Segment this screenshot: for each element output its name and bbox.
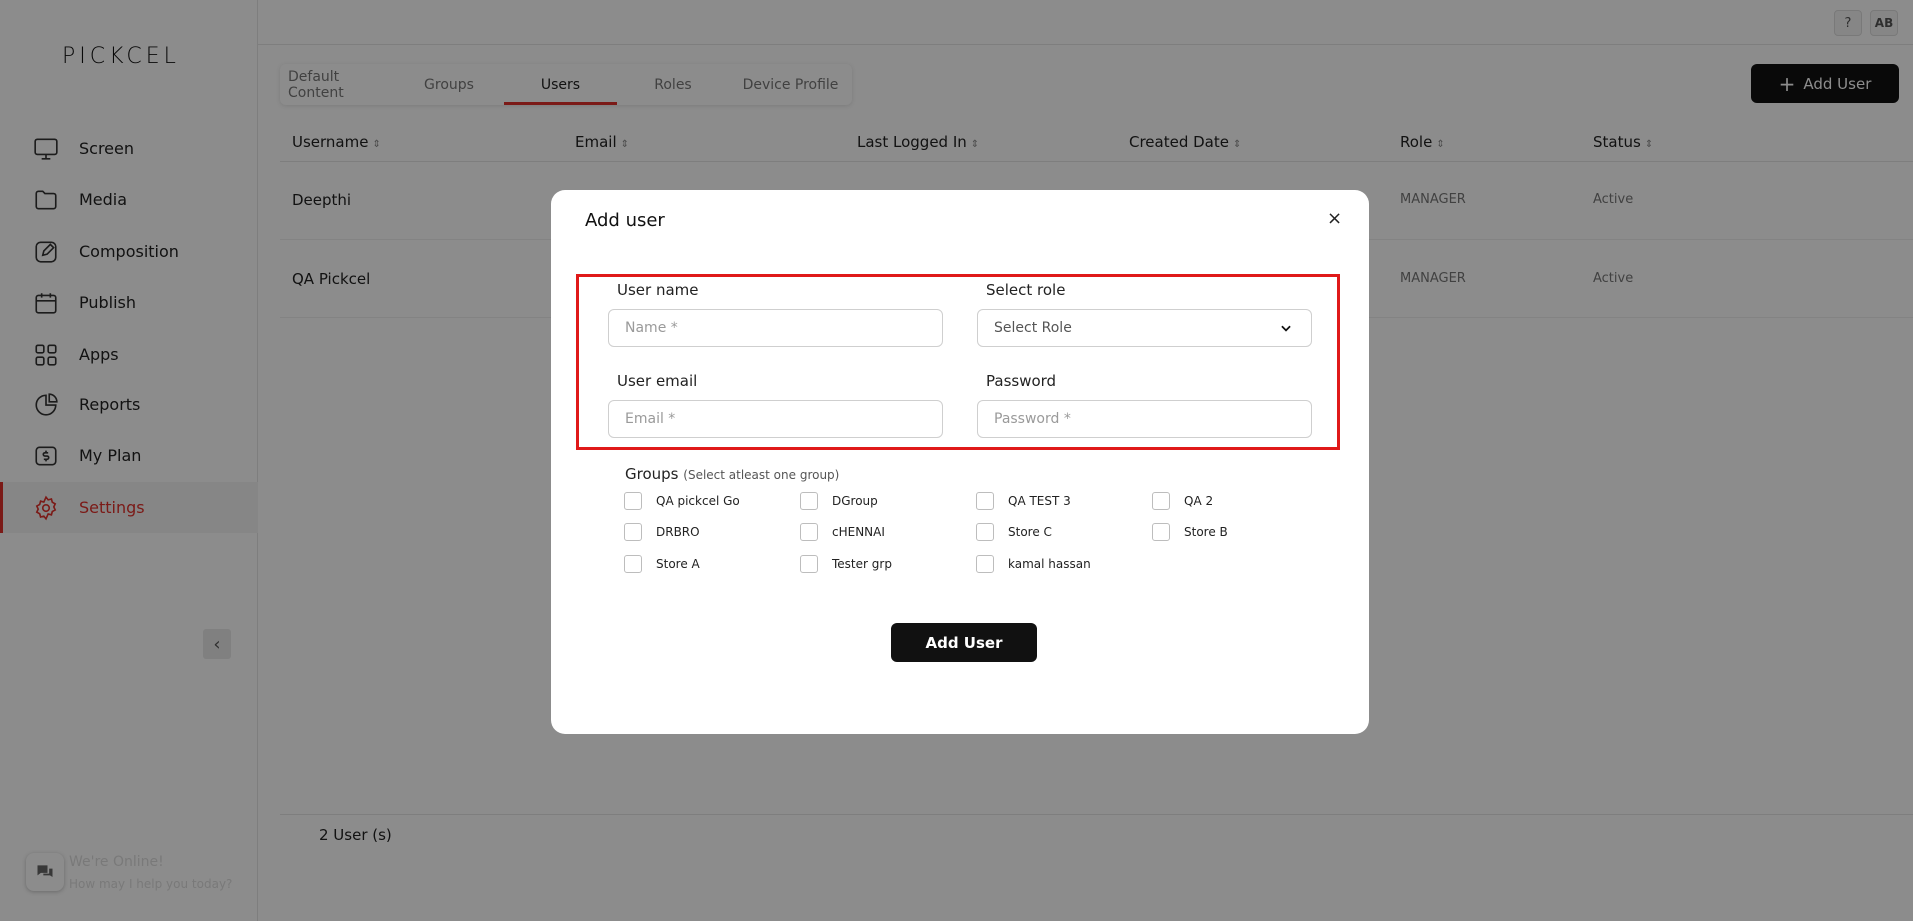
checkbox — [624, 555, 642, 573]
checkbox — [800, 523, 818, 541]
role-select-value: Select Role — [994, 320, 1072, 336]
group-checkbox[interactable]: Tester grp — [800, 555, 892, 573]
checkbox — [624, 523, 642, 541]
group-checkbox[interactable]: QA pickcel Go — [624, 492, 740, 510]
email-input[interactable] — [625, 411, 926, 427]
username-input[interactable] — [625, 320, 926, 336]
password-label: Password — [986, 372, 1057, 390]
role-select[interactable]: Select Role — [977, 309, 1312, 347]
password-field[interactable] — [977, 400, 1312, 438]
password-input[interactable] — [994, 411, 1295, 427]
chevron-down-icon — [1281, 325, 1291, 332]
groups-hint: (Select atleast one group) — [683, 468, 840, 482]
checkbox — [1152, 523, 1170, 541]
group-checkbox[interactable]: DGroup — [800, 492, 878, 510]
role-label: Select role — [986, 281, 1066, 299]
group-checkbox[interactable]: Store B — [1152, 523, 1228, 541]
checkbox — [800, 492, 818, 510]
email-label: User email — [617, 372, 698, 390]
group-checkbox[interactable]: cHENNAI — [800, 523, 885, 541]
group-checkbox[interactable]: QA TEST 3 — [976, 492, 1071, 510]
group-checkbox[interactable]: Store A — [624, 555, 700, 573]
checkbox — [976, 523, 994, 541]
checkbox — [624, 492, 642, 510]
add-user-modal: Add user × User name Select role Select … — [551, 190, 1369, 734]
username-field[interactable] — [608, 309, 943, 347]
checkbox — [976, 492, 994, 510]
group-checkbox[interactable]: DRBRO — [624, 523, 700, 541]
checkbox — [976, 555, 994, 573]
checkbox — [1152, 492, 1170, 510]
close-icon[interactable]: × — [1327, 208, 1342, 229]
group-checkbox[interactable]: kamal hassan — [976, 555, 1091, 573]
checkbox — [800, 555, 818, 573]
email-field[interactable] — [608, 400, 943, 438]
username-label: User name — [617, 281, 699, 299]
submit-add-user-button[interactable]: Add User — [891, 623, 1037, 662]
groups-label: Groups (Select atleast one group) — [625, 465, 840, 483]
modal-title: Add user — [585, 210, 665, 231]
group-checkbox[interactable]: QA 2 — [1152, 492, 1213, 510]
group-checkbox[interactable]: Store C — [976, 523, 1052, 541]
